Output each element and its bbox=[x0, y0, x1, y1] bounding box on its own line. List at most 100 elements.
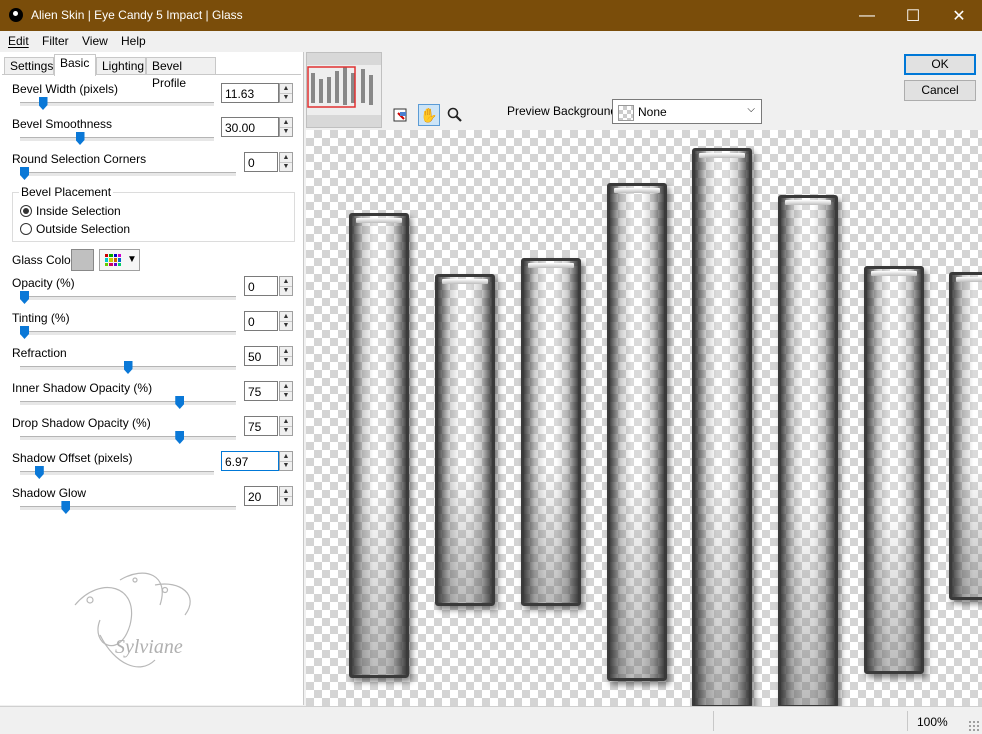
spin-down-icon[interactable]: ▼ bbox=[280, 162, 292, 171]
spin-down-icon[interactable]: ▼ bbox=[280, 127, 292, 136]
spin-down-icon[interactable]: ▼ bbox=[280, 461, 292, 470]
navigator-thumbnail[interactable] bbox=[306, 52, 382, 128]
refraction-value: 50 bbox=[248, 350, 262, 364]
refraction-spinner[interactable]: ▲ ▼ bbox=[279, 346, 293, 366]
minimize-button[interactable]: — bbox=[844, 0, 890, 31]
menu-view[interactable]: View bbox=[82, 34, 108, 48]
menu-help[interactable]: Help bbox=[121, 34, 146, 48]
inner-shadow-slider-track[interactable] bbox=[20, 401, 236, 406]
menu-filter[interactable]: Filter bbox=[42, 34, 69, 48]
shadow-glow-label: Shadow Glow bbox=[12, 486, 87, 500]
spin-down-icon[interactable]: ▼ bbox=[280, 356, 292, 365]
refraction-label: Refraction bbox=[12, 346, 67, 360]
opacity-spinner[interactable]: ▲ ▼ bbox=[279, 276, 293, 296]
shadow-glow-slider-track[interactable] bbox=[20, 506, 236, 511]
shadow-glow-input[interactable]: 20 bbox=[244, 486, 278, 506]
navigate-icon[interactable] bbox=[390, 104, 412, 126]
spin-down-icon[interactable]: ▼ bbox=[280, 93, 292, 102]
inside-selection-label[interactable]: Inside Selection bbox=[36, 204, 121, 218]
bevel-width-label: Bevel Width (pixels) bbox=[12, 82, 119, 96]
ok-button[interactable]: OK bbox=[904, 54, 976, 75]
preview-background-select[interactable]: None ⌵ bbox=[612, 99, 762, 124]
spin-down-icon[interactable]: ▼ bbox=[280, 496, 292, 505]
shadow-glow-spinner[interactable]: ▲ ▼ bbox=[279, 486, 293, 506]
round-corners-spinner[interactable]: ▲ ▼ bbox=[279, 152, 293, 172]
inner-shadow-label: Inner Shadow Opacity (%) bbox=[12, 381, 153, 395]
glass-bar bbox=[692, 148, 752, 706]
tab-bevel-profile[interactable]: Bevel Profile bbox=[146, 57, 216, 90]
inside-selection-radio[interactable] bbox=[20, 205, 32, 217]
tinting-spinner[interactable]: ▲ ▼ bbox=[279, 311, 293, 331]
tab-settings[interactable]: Settings bbox=[4, 57, 54, 75]
opacity-input[interactable]: 0 bbox=[244, 276, 278, 296]
shadow-offset-label: Shadow Offset (pixels) bbox=[12, 451, 133, 465]
outside-selection-label[interactable]: Outside Selection bbox=[36, 222, 130, 236]
opacity-label: Opacity (%) bbox=[12, 276, 75, 290]
shadow-offset-input[interactable]: 6.97 bbox=[221, 451, 279, 471]
inner-shadow-input[interactable]: 75 bbox=[244, 381, 278, 401]
app-icon bbox=[9, 8, 23, 22]
title-bar: Alien Skin | Eye Candy 5 Impact | Glass … bbox=[0, 0, 982, 31]
bevel-smoothness-label: Bevel Smoothness bbox=[12, 117, 113, 131]
round-corners-input[interactable]: 0 bbox=[244, 152, 278, 172]
refraction-input[interactable]: 50 bbox=[244, 346, 278, 366]
status-bar: 100% bbox=[0, 706, 982, 734]
hand-icon[interactable]: ✋ bbox=[418, 104, 440, 126]
outside-selection-radio[interactable] bbox=[20, 223, 32, 235]
glass-color-swatch[interactable] bbox=[71, 249, 94, 271]
shadow-glow-value: 20 bbox=[248, 490, 262, 504]
tab-divider bbox=[2, 74, 301, 75]
chevron-down-icon: ▼ bbox=[127, 254, 137, 265]
preview-canvas[interactable] bbox=[306, 130, 982, 706]
zoom-icon[interactable] bbox=[444, 104, 466, 126]
glass-bar bbox=[435, 274, 495, 606]
glass-bar bbox=[607, 183, 667, 681]
round-corners-slider-track[interactable] bbox=[20, 172, 236, 177]
drop-shadow-label: Drop Shadow Opacity (%) bbox=[12, 416, 151, 430]
resize-grip[interactable] bbox=[968, 720, 980, 732]
palette-icon bbox=[105, 254, 121, 266]
glass-bar bbox=[521, 258, 581, 606]
drop-shadow-slider-track[interactable] bbox=[20, 436, 236, 441]
close-button[interactable]: ✕ bbox=[936, 0, 982, 31]
bevel-width-slider-track[interactable] bbox=[20, 102, 214, 107]
bevel-smoothness-spinner[interactable]: ▲ ▼ bbox=[279, 117, 293, 137]
tinting-slider-track[interactable] bbox=[20, 331, 236, 336]
bevel-placement-title: Bevel Placement bbox=[19, 185, 114, 199]
bevel-width-input[interactable]: 11.63 bbox=[221, 83, 279, 103]
drop-shadow-value: 75 bbox=[248, 420, 262, 434]
bevel-smoothness-input[interactable]: 30.00 bbox=[221, 117, 279, 137]
maximize-button[interactable]: ☐ bbox=[890, 0, 936, 31]
svg-text:Sylviane: Sylviane bbox=[115, 636, 183, 658]
spin-down-icon[interactable]: ▼ bbox=[280, 391, 292, 400]
tab-lighting[interactable]: Lighting bbox=[96, 57, 146, 75]
spin-down-icon[interactable]: ▼ bbox=[280, 286, 292, 295]
zoom-level: 100% bbox=[917, 715, 948, 729]
round-corners-label: Round Selection Corners bbox=[12, 152, 147, 166]
inner-shadow-spinner[interactable]: ▲ ▼ bbox=[279, 381, 293, 401]
drop-shadow-spinner[interactable]: ▲ ▼ bbox=[279, 416, 293, 436]
opacity-slider-track[interactable] bbox=[20, 296, 236, 301]
tinting-input[interactable]: 0 bbox=[244, 311, 278, 331]
glass-bar bbox=[864, 266, 924, 674]
cancel-button[interactable]: Cancel bbox=[904, 80, 976, 101]
color-palette-button[interactable]: ▼ bbox=[99, 249, 140, 271]
tinting-value: 0 bbox=[248, 315, 255, 329]
round-corners-value: 0 bbox=[248, 156, 255, 170]
preview-background-value: None bbox=[638, 105, 667, 119]
opacity-value: 0 bbox=[248, 280, 255, 294]
shadow-offset-spinner[interactable]: ▲ ▼ bbox=[279, 451, 293, 471]
preview-background-label: Preview Background: bbox=[507, 104, 621, 118]
spin-down-icon[interactable]: ▼ bbox=[280, 426, 292, 435]
bevel-smoothness-slider-track[interactable] bbox=[20, 137, 214, 142]
watermark-logo: Sylviane bbox=[74, 572, 191, 668]
glass-color-label: Glass Color bbox=[12, 253, 75, 267]
tab-basic[interactable]: Basic bbox=[54, 54, 96, 76]
drop-shadow-input[interactable]: 75 bbox=[244, 416, 278, 436]
menu-edit[interactable]: Edit bbox=[8, 34, 29, 48]
shadow-offset-slider-track[interactable] bbox=[20, 471, 214, 476]
shadow-offset-value: 6.97 bbox=[225, 455, 249, 469]
bevel-smoothness-value: 30.00 bbox=[225, 121, 256, 135]
bevel-width-spinner[interactable]: ▲ ▼ bbox=[279, 83, 293, 103]
spin-down-icon[interactable]: ▼ bbox=[280, 321, 292, 330]
